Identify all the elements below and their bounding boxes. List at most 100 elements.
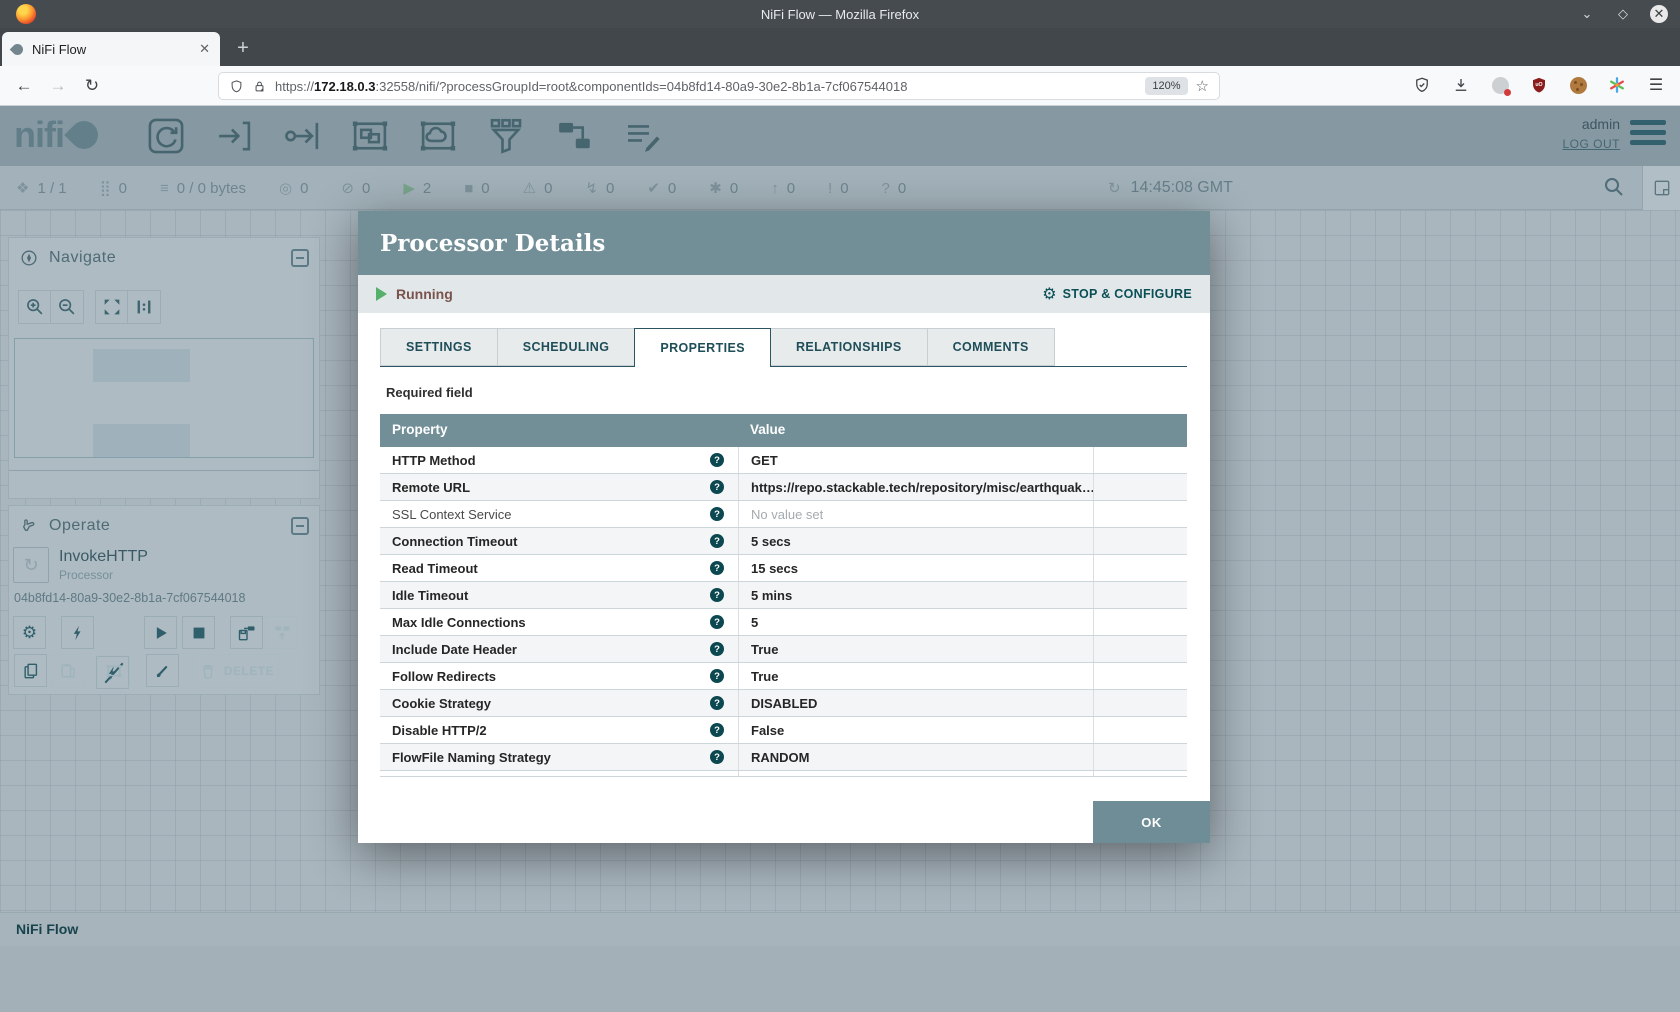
ublock-shield-icon[interactable]: uO [1527, 73, 1551, 97]
help-icon[interactable]: ? [710, 534, 724, 548]
stopped-icon: ■ [464, 180, 473, 197]
template-icon[interactable] [550, 112, 598, 160]
zoom-actual-size-button[interactable] [128, 290, 161, 324]
paste-button[interactable] [51, 654, 84, 687]
protections-shield-icon[interactable] [1410, 73, 1434, 97]
global-menu-icon[interactable] [1630, 120, 1666, 145]
enable-button[interactable] [61, 616, 94, 649]
row-actions-cell [1093, 609, 1187, 635]
help-icon[interactable]: ? [710, 723, 724, 737]
stop-and-configure-button[interactable]: ⚙ STOP & CONFIGURE [1042, 284, 1192, 304]
forward-button[interactable]: → [46, 74, 70, 98]
help-icon[interactable]: ? [710, 453, 724, 467]
tab-scheduling[interactable]: SCHEDULING [497, 328, 636, 366]
refresh-icon[interactable]: ↻ [1108, 179, 1121, 197]
configure-button[interactable]: ⚙ [13, 616, 46, 649]
start-button[interactable] [144, 616, 177, 649]
cookie-extension-icon[interactable] [1566, 73, 1590, 97]
collapse-navigate-icon[interactable] [291, 249, 309, 267]
close-tab-icon[interactable]: ✕ [199, 41, 210, 57]
extension-badge-icon[interactable] [1488, 73, 1512, 97]
nifi-favicon-icon [10, 41, 26, 57]
browser-tab-nifi-flow[interactable]: NiFi Flow ✕ [2, 32, 220, 66]
url-rest: :32558/nifi/?processGroupId=root&compone… [375, 79, 907, 94]
zoom-in-button[interactable] [18, 290, 51, 324]
processor-icon[interactable] [142, 112, 190, 160]
maximize-icon[interactable]: ◇ [1614, 5, 1632, 23]
input-port-icon[interactable] [210, 112, 258, 160]
status-count: 0 [300, 180, 308, 197]
property-row: FlowFile Naming Strategy?RANDOM [380, 744, 1187, 771]
zoom-fit-button[interactable] [95, 290, 128, 324]
close-window-icon[interactable]: ✕ [1650, 5, 1668, 23]
nifi-header: nifi admin LOG OUT [0, 106, 1680, 166]
breadcrumb-root[interactable]: NiFi Flow [16, 921, 78, 937]
zoom-out-button[interactable] [51, 290, 84, 324]
reload-button[interactable]: ↻ [80, 74, 104, 98]
help-icon[interactable]: ? [710, 480, 724, 494]
upload-template-button[interactable] [265, 616, 298, 649]
process-group-icon[interactable] [346, 112, 394, 160]
page-zoom-badge[interactable]: 120% [1145, 77, 1187, 95]
property-name: Connection Timeout [392, 534, 517, 549]
save-template-button[interactable] [230, 616, 263, 649]
minimap-resize-handle[interactable] [9, 470, 319, 471]
help-icon[interactable]: ? [710, 561, 724, 575]
status-count: 0 [362, 180, 370, 197]
property-name: Attributes to Send [392, 777, 495, 778]
group-button[interactable] [97, 654, 130, 687]
logout-link[interactable]: LOG OUT [1562, 137, 1620, 151]
nifi-logo-drop-icon [64, 115, 104, 155]
firefox-logo-icon [16, 4, 36, 24]
app-menu-icon[interactable]: ☰ [1644, 73, 1668, 97]
browser-navbar: ← → ↻ https://172.18.0.3:32558/nifi/?pro… [0, 66, 1680, 106]
padlock-warning-icon[interactable] [252, 79, 267, 94]
back-button[interactable]: ← [12, 74, 36, 98]
properties-table: Property Value HTTP Method?GETRemote URL… [380, 414, 1187, 777]
ok-button[interactable]: OK [1093, 801, 1210, 843]
pinwheel-extension-icon[interactable] [1605, 73, 1629, 97]
bulletin-board-icon[interactable] [1642, 166, 1680, 210]
row-actions-cell [1093, 582, 1187, 608]
stop-button[interactable] [182, 616, 215, 649]
collapse-operate-icon[interactable] [291, 517, 309, 535]
tab-relationships[interactable]: RELATIONSHIPS [770, 328, 928, 366]
tab-settings[interactable]: SETTINGS [380, 328, 498, 366]
help-icon[interactable]: ? [710, 588, 724, 602]
copy-button[interactable] [14, 654, 47, 687]
property-name: HTTP Method [392, 453, 476, 468]
help-icon[interactable]: ? [710, 669, 724, 683]
birdseye-minimap[interactable] [14, 338, 314, 458]
selected-component-id: 04b8fd14-80a9-30e2-8b1a-7cf067544018 [14, 591, 314, 605]
label-icon[interactable] [618, 112, 666, 160]
delete-button[interactable]: DELETE [193, 654, 279, 687]
help-icon[interactable]: ? [710, 615, 724, 629]
change-color-button[interactable] [146, 654, 179, 687]
search-icon[interactable] [1602, 175, 1628, 201]
tab-properties[interactable]: PROPERTIES [634, 328, 771, 367]
help-icon[interactable]: ? [710, 696, 724, 710]
url-bar[interactable]: https://172.18.0.3:32558/nifi/?processGr… [218, 72, 1220, 100]
status-stale: ↑0 [771, 180, 795, 197]
output-port-icon[interactable] [278, 112, 326, 160]
tab-comments[interactable]: COMMENTS [927, 328, 1055, 366]
remote-process-group-icon[interactable] [414, 112, 462, 160]
property-name: Remote URL [392, 480, 470, 495]
not-transmitting-icon: ⊘ [341, 179, 354, 197]
property-row: Read Timeout?15 secs [380, 555, 1187, 582]
bookmark-star-icon[interactable]: ☆ [1196, 77, 1209, 95]
navigate-panel: Navigate [8, 237, 320, 499]
tracking-shield-icon[interactable] [229, 79, 244, 94]
help-icon[interactable]: ? [710, 642, 724, 656]
funnel-icon[interactable] [482, 112, 530, 160]
stop-and-configure-label: STOP & CONFIGURE [1063, 287, 1192, 301]
help-icon[interactable]: ? [710, 507, 724, 521]
new-tab-button[interactable]: + [228, 34, 258, 62]
minimize-icon[interactable]: ⌄ [1578, 5, 1596, 23]
hand-pointer-icon [19, 516, 39, 536]
row-actions-cell [1093, 744, 1187, 770]
minimap-processor-block [93, 349, 190, 382]
help-icon[interactable]: ? [710, 750, 724, 764]
breadcrumb-bar: NiFi Flow [0, 912, 1680, 946]
downloads-icon[interactable] [1449, 73, 1473, 97]
